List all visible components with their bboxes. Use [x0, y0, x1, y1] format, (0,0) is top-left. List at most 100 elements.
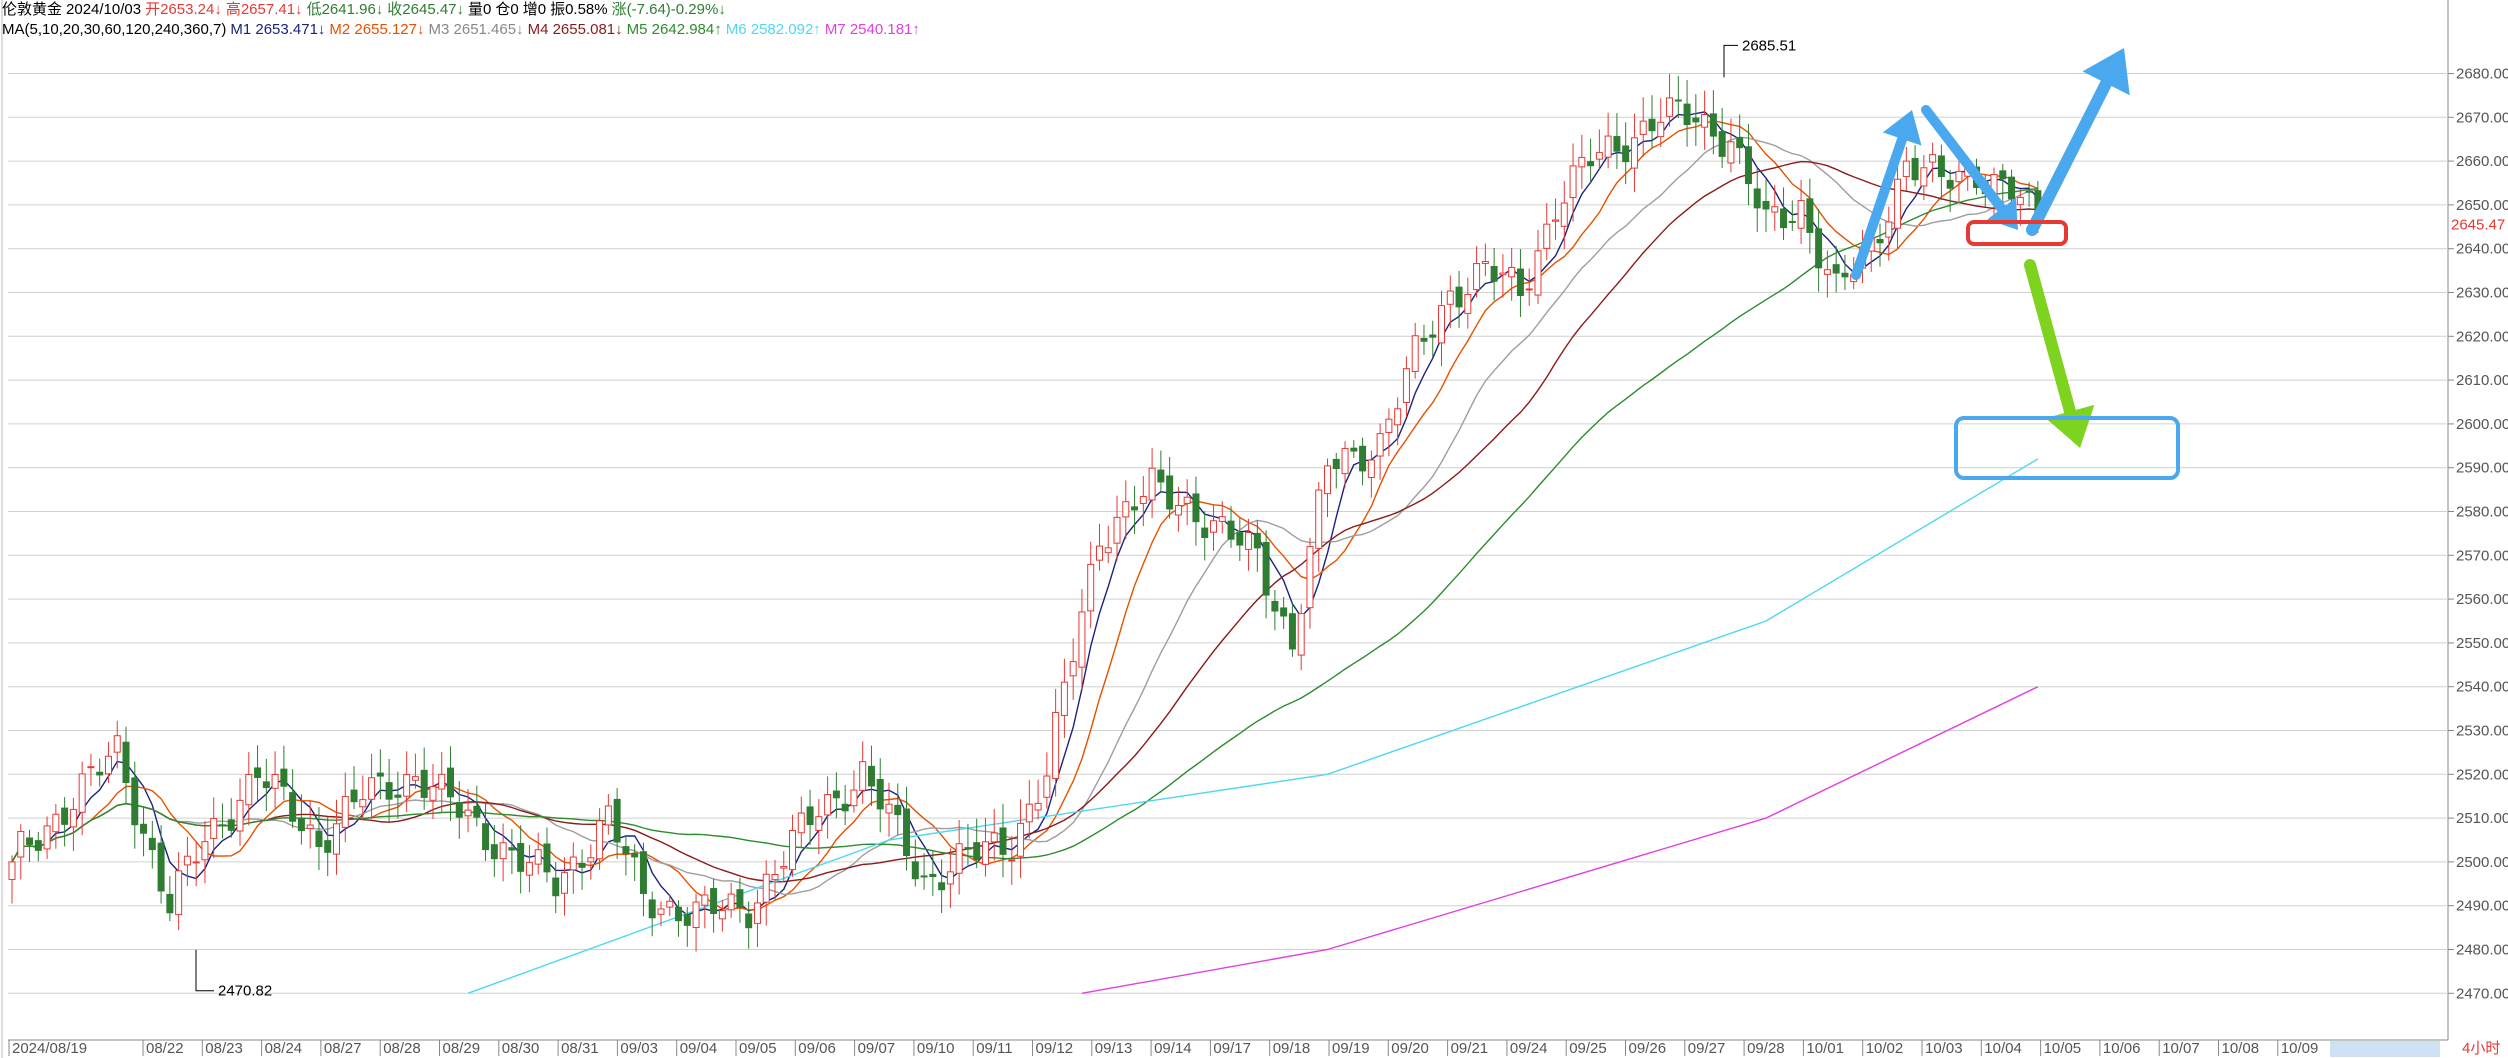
candle-up: [1394, 408, 1402, 426]
candle-down: [841, 803, 849, 812]
candle-up: [1122, 501, 1130, 518]
candle-down: [1832, 264, 1840, 274]
candle-up: [499, 842, 507, 860]
candle-up: [464, 809, 472, 817]
candle-up: [1666, 97, 1674, 117]
candle-down: [999, 827, 1007, 855]
y-tick-label: 2640.00: [2456, 241, 2508, 258]
candle-up: [1508, 266, 1516, 278]
candle-down: [1516, 268, 1524, 296]
candle-down: [832, 790, 840, 799]
candle-up: [1595, 152, 1603, 160]
candle-down: [1911, 157, 1919, 181]
x-tick-label: 10/08: [2222, 1040, 2260, 1057]
y-tick-label: 2530.00: [2456, 723, 2508, 740]
y-tick-label: 2620.00: [2456, 328, 2508, 345]
candle-down: [578, 862, 586, 868]
candle-up: [946, 871, 954, 885]
x-tick-label: 09/28: [1747, 1040, 1785, 1057]
candle-down: [26, 837, 34, 845]
candle-up: [43, 825, 51, 850]
x-tick-label: 09/12: [1036, 1040, 1074, 1057]
candle-up: [885, 803, 893, 814]
candle-down: [903, 808, 911, 857]
candle-down: [96, 771, 104, 776]
candle-up: [955, 843, 963, 874]
candle-up: [1376, 433, 1384, 457]
candle-down: [1841, 272, 1849, 278]
arrow-down-green-shaft: [2024, 259, 2077, 418]
candle-up: [17, 830, 25, 858]
candle-up: [236, 799, 244, 832]
candle-up: [429, 786, 437, 801]
candle-up: [1245, 532, 1253, 550]
candle-down: [973, 842, 981, 861]
candle-up: [1885, 221, 1893, 238]
candle-up: [727, 893, 735, 911]
candle-up: [1499, 272, 1507, 276]
ma-line-m3: [11, 136, 2038, 896]
candle-down: [1288, 613, 1296, 650]
candle-down: [131, 777, 139, 826]
candle-up: [797, 812, 805, 834]
candle-up: [1174, 504, 1182, 516]
candle-down: [1762, 200, 1770, 210]
ma-line-m5: [11, 188, 2038, 863]
candle-down: [2008, 176, 2016, 200]
candle-up: [1920, 167, 1928, 187]
candle-up: [1929, 154, 1937, 163]
candle-down: [745, 913, 753, 929]
arrow-down-middle-shaft: [1921, 105, 2007, 214]
candle-down: [227, 819, 235, 831]
candle-down: [911, 861, 919, 880]
candle-up: [1402, 368, 1410, 404]
candle-up: [666, 900, 674, 908]
x-tick-label: 09/20: [1391, 1040, 1429, 1057]
candle-up: [1823, 269, 1831, 275]
candlestick-chart[interactable]: 2680.00 2670.00 2660.00 2650.00 2640.00 2630.…: [0, 0, 2508, 1058]
candle-down: [1131, 506, 1139, 511]
candle-down: [1490, 265, 1498, 282]
candle-up: [1464, 293, 1472, 314]
low-label: 2470.82: [218, 983, 272, 1000]
candle-up: [1025, 803, 1033, 823]
candle-up: [113, 735, 121, 753]
candle-up: [1043, 775, 1051, 798]
candle-down: [350, 789, 358, 803]
x-tick-label: 09/05: [739, 1040, 777, 1057]
candle-up: [1139, 496, 1147, 504]
x-tick-label: 08/29: [443, 1040, 481, 1057]
candle-up: [1078, 611, 1086, 668]
candle-down: [254, 767, 262, 778]
candle-down: [2025, 190, 2033, 193]
candle-up: [1087, 563, 1095, 612]
candle-up: [1297, 613, 1305, 656]
y-tick-label: 2650.00: [2456, 197, 2508, 214]
candle-up: [1481, 260, 1489, 264]
candle-down: [1236, 532, 1244, 546]
candle-down: [1815, 228, 1823, 269]
candle-up: [780, 865, 788, 869]
x-tick-label: 09/17: [1213, 1040, 1251, 1057]
x-tick-label: 10/09: [2281, 1040, 2319, 1057]
x-tick-label: 10/02: [1866, 1040, 1904, 1057]
candle-down: [1876, 238, 1884, 244]
candle-up: [1183, 496, 1191, 504]
candle-up: [368, 777, 376, 800]
candle-up: [306, 824, 314, 829]
candle-up: [604, 805, 612, 826]
candle-up: [1534, 250, 1542, 296]
candle-up: [525, 862, 533, 876]
candle-up: [859, 761, 867, 791]
x-tick-label: 10/05: [2044, 1040, 2082, 1057]
y-tick-label: 2490.00: [2456, 898, 2508, 915]
x-tick-label: 2024/08/19: [12, 1040, 87, 1057]
x-tick-label: 10/01: [1806, 1040, 1844, 1057]
candle-down: [1736, 137, 1744, 149]
x-tick-label: 08/27: [324, 1040, 362, 1057]
candle-down: [482, 823, 490, 851]
candle-down: [1271, 600, 1279, 612]
candle-up: [87, 766, 95, 769]
candle-up: [1306, 546, 1314, 609]
candle-up: [2016, 196, 2024, 206]
